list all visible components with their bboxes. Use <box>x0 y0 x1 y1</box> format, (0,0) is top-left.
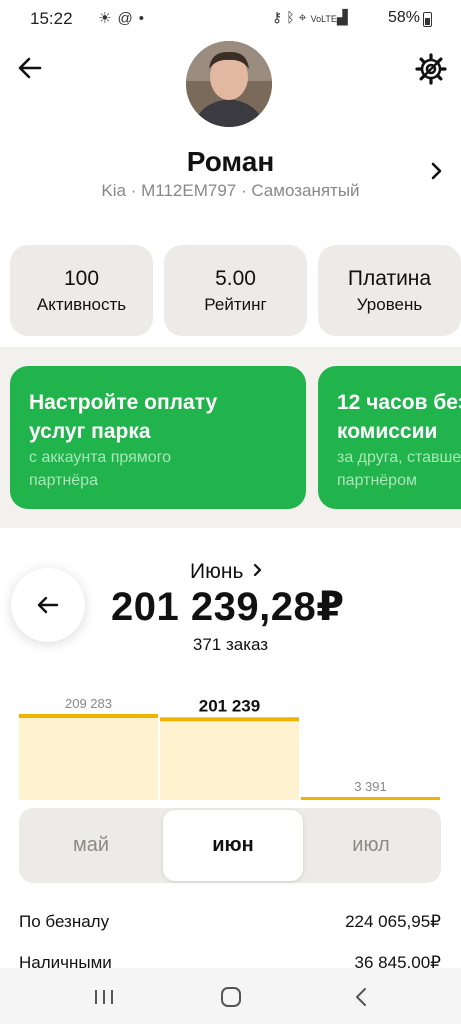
promo-title-line: 12 часов без <box>337 391 461 414</box>
chevron-right-icon <box>254 563 262 577</box>
promo-title-line: Настройте оплату <box>29 391 218 414</box>
dot-icon: • <box>138 10 150 27</box>
previous-period-button[interactable] <box>11 568 85 642</box>
signal-icon: ▟ <box>336 9 352 25</box>
chevron-right-icon <box>431 162 442 180</box>
promo-card-park-payment[interactable]: Настройте оплату услуг парка с аккаунта п… <box>10 366 306 509</box>
status-left-icons: ☀@• <box>98 9 150 27</box>
payment-value-cashless: 224 065,95₽ <box>345 912 441 931</box>
stat-card-level[interactable]: Платина Уровень <box>318 245 461 336</box>
profile-name: Роман <box>186 146 275 177</box>
system-nav-bar <box>0 968 461 1024</box>
promo-title-line: услуг парка <box>29 420 151 443</box>
back-nav-button[interactable] <box>343 982 379 1012</box>
chart-bar-top <box>19 714 158 718</box>
status-right-icons: ⚷ᛒ⌖VoLTE▟ <box>272 9 352 26</box>
promo-card-no-commission[interactable]: 12 часов без комиссии за друга, ставшего п… <box>318 366 461 509</box>
home-button[interactable] <box>213 982 249 1012</box>
recent-apps-button[interactable] <box>86 982 122 1012</box>
stat-value: 5.00 <box>215 267 256 290</box>
tab-july[interactable]: июл <box>301 808 441 883</box>
month-earnings: 201 239,28₽ <box>111 585 345 629</box>
back-nav-icon <box>356 988 366 1006</box>
home-icon <box>221 987 241 1007</box>
month-tabs: май июн июл <box>19 808 441 883</box>
stat-label: Уровень <box>356 295 423 314</box>
arrow-left-icon <box>37 596 59 614</box>
tab-may[interactable]: май <box>21 808 161 883</box>
chart-bar <box>160 717 299 800</box>
status-bar: 15:22 ☀@• ⚷ᛒ⌖VoLTE▟ 58% <box>0 0 461 38</box>
key-icon: ⚷ <box>272 9 287 25</box>
stat-value: Платина <box>347 267 432 290</box>
chart-bar-label: 3 391 <box>354 779 387 794</box>
promo-subtitle-line: с аккаунта прямого <box>29 449 172 466</box>
payment-label-cashless: По безналу <box>19 912 110 931</box>
at-icon: @ <box>117 10 139 27</box>
profile-open-button[interactable] <box>428 160 446 182</box>
promo-subtitle-line: партнёром <box>337 472 417 489</box>
orders-count: 371 заказ <box>192 635 269 654</box>
promo-subtitle-line: партнёра <box>29 472 98 489</box>
chart-bar-top <box>301 797 440 800</box>
stat-card-activity[interactable]: 100 Активность <box>10 245 153 336</box>
month-label: Июнь <box>190 560 244 583</box>
month-selector[interactable]: Июнь <box>190 560 264 584</box>
chart-bar-label: 209 283 <box>65 696 112 711</box>
battery-percent: 58% <box>388 9 421 26</box>
chart-bar-label: 201 239 <box>199 696 260 715</box>
stat-label: Активность <box>36 295 127 314</box>
avatar-photo <box>186 41 272 127</box>
back-button[interactable] <box>14 52 46 84</box>
volte-icon: VoLTE <box>310 14 337 24</box>
settings-button[interactable] <box>414 52 448 86</box>
bluetooth-icon: ᛒ <box>286 9 299 25</box>
gear-icon <box>415 53 447 85</box>
sun-icon: ☀ <box>98 10 118 27</box>
earnings-bar-chart: 209 283 201 239 3 391 <box>19 696 440 800</box>
location-icon: ⌖ <box>298 9 311 25</box>
recent-apps-icon <box>95 990 113 1004</box>
profile-subtitle: Kia · М112ЕМ797 · Самозанятый <box>101 181 360 200</box>
avatar[interactable] <box>186 41 272 127</box>
stat-value: 100 <box>63 267 100 290</box>
stat-label: Рейтинг <box>204 295 267 314</box>
stat-card-rating[interactable]: 5.00 Рейтинг <box>164 245 307 336</box>
battery-icon <box>423 12 432 27</box>
arrow-left-icon <box>18 57 42 79</box>
tab-june[interactable]: июн <box>163 810 303 881</box>
status-time: 15:22 <box>30 9 73 28</box>
chart-bar <box>19 714 158 800</box>
promo-title-line: комиссии <box>337 420 438 443</box>
promo-subtitle-line: за друга, ставшего <box>337 449 461 466</box>
chart-bar-top <box>160 717 299 722</box>
